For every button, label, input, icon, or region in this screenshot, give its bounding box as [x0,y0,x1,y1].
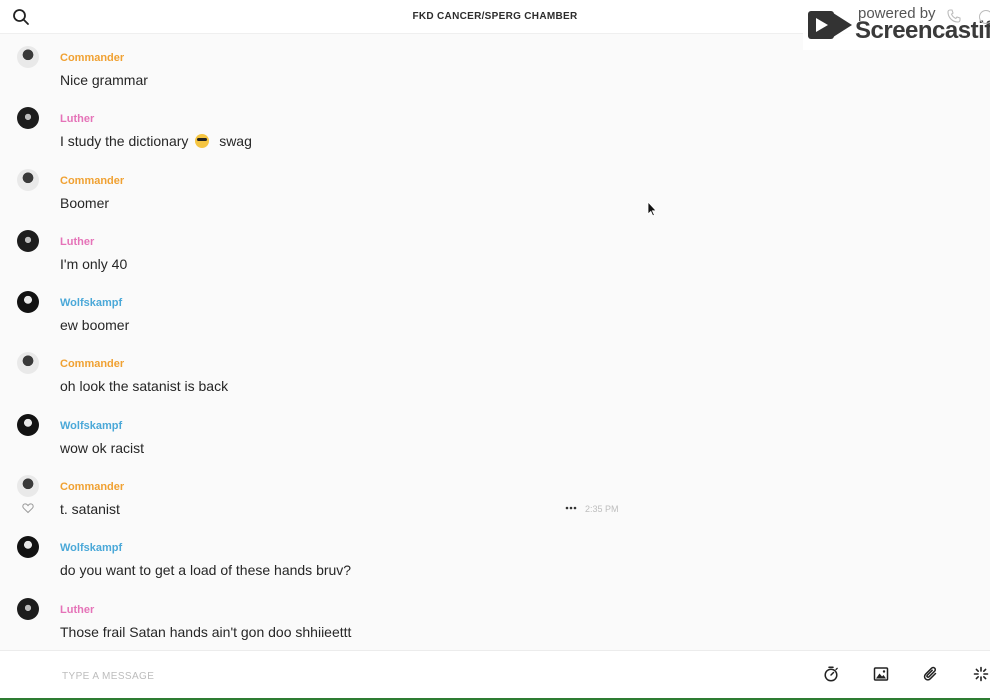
image-icon[interactable] [873,666,889,682]
sender-name[interactable]: Commander [60,52,124,64]
avatar[interactable] [17,413,39,436]
message-text: do you want to get a load of these hands… [60,562,352,579]
message-item: Luther Those frail Satan hands ain't gon… [0,587,990,647]
sender-name[interactable]: Luther [60,236,94,248]
sender-name[interactable]: Wolfskampf [60,297,122,309]
avatar[interactable] [17,536,39,559]
info-icon[interactable] [979,10,990,24]
message-item: Wolfskampf ew boomer [0,280,990,341]
message-timestamp: 2:35 PM [585,504,619,515]
sparkle-icon[interactable] [973,666,989,682]
message-text: I'm only 40 [60,255,128,272]
message-text: t. satanist [60,501,120,518]
avatar[interactable] [17,168,39,191]
message-text-part: I study the dictionary [60,133,189,150]
message-text: I study the dictionary swag [60,133,252,149]
sender-name[interactable]: Luther [60,604,94,616]
message-input[interactable] [60,661,764,691]
sender-name[interactable]: Luther [60,113,94,125]
timer-icon[interactable] [823,666,839,682]
message-text-part: swag [219,133,252,150]
message-list: Commander Nice grammar Luther I study th… [0,35,990,647]
message-item: Luther I study the dictionary swag [0,96,990,157]
message-item: Luther I'm only 40 [0,219,990,280]
sender-name[interactable]: Commander [60,175,124,187]
avatar[interactable] [17,107,39,130]
message-item: Wolfskampf wow ok racist [0,403,990,464]
avatar[interactable] [17,475,39,498]
avatar[interactable] [17,46,39,68]
message-text: oh look the satanist is back [60,378,229,395]
message-text: Those frail Satan hands ain't gon doo sh… [60,623,352,640]
heart-icon[interactable] [22,502,34,514]
sender-name[interactable]: Wolfskampf [60,420,122,432]
avatar[interactable] [17,229,39,252]
sunglasses-emoji-icon [195,134,210,149]
sender-name[interactable]: Wolfskampf [60,542,122,554]
message-text: Boomer [60,194,110,211]
phone-icon[interactable] [947,9,961,23]
message-text: ew boomer [60,317,130,334]
message-item: Wolfskampf do you want to get a load of … [0,525,990,586]
more-options-icon[interactable] [565,505,577,511]
sender-name[interactable]: Commander [60,358,124,370]
message-item: Commander oh look the satanist is back [0,341,990,402]
avatar[interactable] [17,352,39,375]
avatar[interactable] [17,291,39,314]
message-item: Commander Boomer [0,158,990,219]
message-text: wow ok racist [60,439,145,456]
mouse-cursor-icon [647,201,657,217]
message-item: Commander Nice grammar [0,35,990,96]
paperclip-icon[interactable] [923,666,939,682]
sender-name[interactable]: Commander [60,481,124,493]
avatar[interactable] [17,597,39,620]
message-composer [0,650,990,700]
message-text: Nice grammar [60,72,148,88]
message-item-hovered: Commander t. satanist 2:35 PM [0,464,990,525]
